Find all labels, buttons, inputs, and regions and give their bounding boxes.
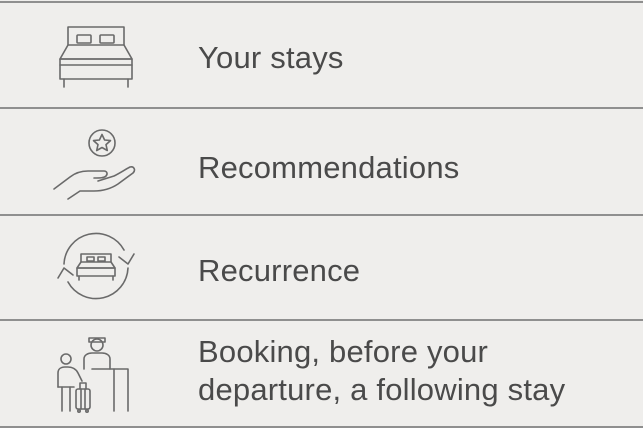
menu-item-your-stays[interactable]: Your stays — [0, 3, 643, 107]
menu-item-booking-next-stay[interactable]: Booking, before your departure, a follow… — [0, 321, 643, 426]
menu-item-label: Your stays — [198, 40, 344, 75]
reception-desk-icon — [48, 331, 144, 415]
menu-item-recurrence[interactable]: Recurrence — [0, 216, 643, 319]
menu-item-label: Recurrence — [198, 253, 361, 288]
menu-item-label-line: departure, a following stay — [198, 372, 566, 407]
menu-item-recommendations[interactable]: Recommendations — [0, 109, 643, 214]
bed-icon — [48, 15, 144, 99]
menu-list: Your stays Recommendations Recurrence Bo… — [0, 0, 643, 428]
bed-cycle-icon — [48, 224, 144, 308]
hand-star-icon — [48, 119, 144, 203]
menu-item-label: Recommendations — [198, 150, 460, 185]
menu-item-label: Booking, before your departure, a follow… — [198, 333, 565, 409]
menu-item-label-line: Booking, before your — [198, 334, 489, 369]
